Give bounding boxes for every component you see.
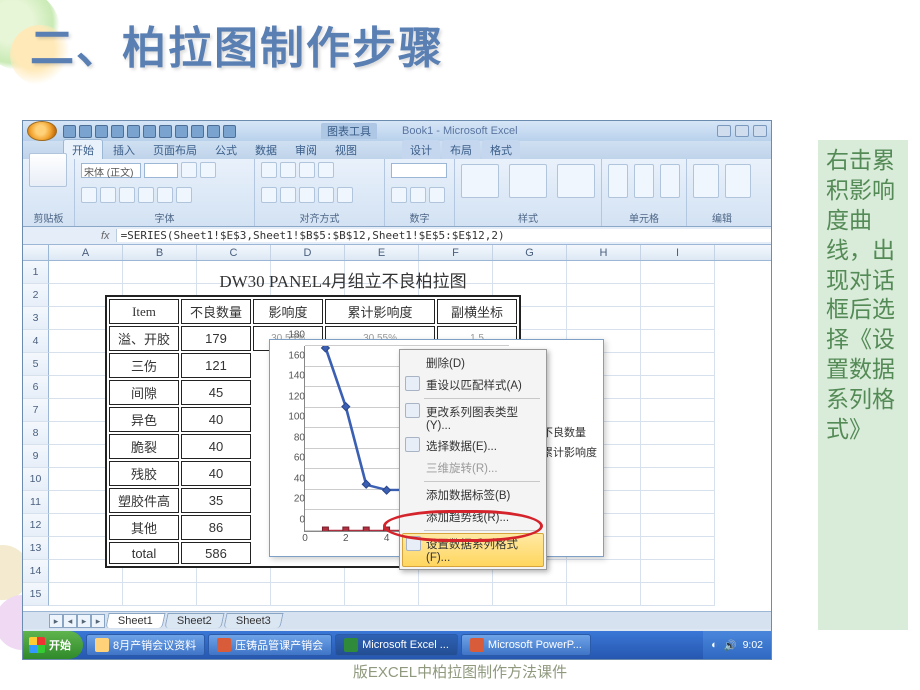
grow-font-button[interactable] — [181, 162, 197, 178]
close-button[interactable] — [753, 125, 767, 137]
app-title: Book1 - Microsoft Excel — [402, 125, 518, 137]
formula-input[interactable]: =SERIES(Sheet1!$E$3,Sheet1!$B$5:$B$12,Sh… — [116, 229, 771, 242]
group-cells: 单元格 — [608, 210, 680, 225]
merged-title-cell: DW30 PANEL4月组立不良柏拉图 — [133, 267, 553, 292]
window-controls[interactable] — [717, 125, 771, 137]
fx-icon[interactable]: fx — [95, 230, 116, 242]
menu-select-data[interactable]: 选择数据(E)... — [402, 435, 544, 457]
number-format-select[interactable] — [391, 163, 447, 178]
maximize-button[interactable] — [735, 125, 749, 137]
formula-bar: fx =SERIES(Sheet1!$E$3,Sheet1!$B$5:$B$12… — [23, 227, 771, 245]
slide-footer: 版EXCEL中柏拉图制作方法课件 — [0, 661, 920, 682]
tab-chart-format[interactable]: 格式 — [482, 140, 520, 159]
tab-insert[interactable]: 插入 — [105, 140, 143, 159]
font-name-select[interactable]: 宋体 (正文) — [81, 163, 141, 178]
select-data-icon — [405, 437, 420, 452]
ribbon-tabs[interactable]: 开始 插入 页面布局 公式 数据 审阅 视图 设计 布局 格式 — [23, 141, 771, 159]
menu-reset-style[interactable]: 重设以匹配样式(A) — [402, 374, 544, 396]
sidebar-instruction: 右击累积影响度曲线，出现对话框后选择《设置数据系列格式》 — [818, 140, 908, 630]
sheet-nav-buttons[interactable]: ▸◂▸▸ — [49, 614, 105, 628]
folder-icon — [95, 638, 109, 652]
tab-view[interactable]: 视图 — [327, 140, 365, 159]
ppt-icon — [470, 638, 484, 652]
start-button[interactable]: 开始 — [23, 631, 83, 659]
border-button[interactable] — [138, 187, 154, 203]
menu-format-data-series[interactable]: 设置数据系列格式(F)... — [402, 533, 544, 567]
tab-chart-design[interactable]: 设计 — [402, 140, 440, 159]
excel-title-bar: 图表工具 Book1 - Microsoft Excel — [23, 121, 771, 141]
sheet-tab-bar[interactable]: ▸◂▸▸ Sheet1 Sheet2 Sheet3 — [23, 611, 771, 629]
font-size-select[interactable] — [144, 163, 178, 178]
shrink-font-button[interactable] — [200, 162, 216, 178]
tab-data[interactable]: 数据 — [247, 140, 285, 159]
ppt-icon — [217, 638, 231, 652]
tray-icon[interactable]: ◐ — [711, 639, 717, 651]
taskbar-item-excel[interactable]: Microsoft Excel ... — [335, 634, 458, 656]
group-editing: 编辑 — [693, 210, 751, 225]
windows-logo-icon — [29, 637, 45, 653]
taskbar-item-folder[interactable]: 8月产销会议资料 — [86, 634, 205, 656]
sheet-tab-2[interactable]: Sheet2 — [164, 613, 224, 628]
sheet-tab-1[interactable]: Sheet1 — [105, 613, 165, 628]
tray-icon[interactable]: 🔊 — [723, 639, 736, 652]
windows-taskbar[interactable]: 开始 8月产销会议资料 压铸品管课产销会 Microsoft Excel ...… — [23, 631, 771, 659]
tab-review[interactable]: 审阅 — [287, 140, 325, 159]
tab-formulas[interactable]: 公式 — [207, 140, 245, 159]
menu-3d-rotation: 三维旋转(R)... — [402, 457, 544, 479]
tab-page-layout[interactable]: 页面布局 — [145, 140, 205, 159]
chart-tools-label: 图表工具 — [321, 123, 377, 139]
group-number: 数字 — [391, 210, 448, 225]
chart-type-icon — [405, 403, 420, 418]
menu-delete[interactable]: 删除(D) — [402, 352, 544, 374]
column-headers[interactable]: A B C D E F G H I — [23, 245, 771, 261]
page-title: 二、柏拉图制作步骤 — [30, 12, 444, 76]
tray-clock: 9:02 — [743, 639, 763, 651]
underline-button[interactable] — [119, 187, 135, 203]
group-styles: 样式 — [461, 210, 595, 225]
group-clipboard: 剪贴板 — [29, 210, 68, 225]
quick-access-toolbar[interactable] — [61, 125, 321, 138]
tab-home[interactable]: 开始 — [63, 139, 103, 159]
group-font: 字体 — [81, 210, 248, 225]
excel-icon — [344, 638, 358, 652]
bold-button[interactable] — [81, 187, 97, 203]
sheet-tab-3[interactable]: Sheet3 — [223, 613, 283, 628]
menu-add-data-labels[interactable]: 添加数据标签(B) — [402, 484, 544, 506]
row-headers[interactable]: 123456789101112131415 — [23, 261, 49, 606]
tab-chart-layout[interactable]: 布局 — [442, 140, 480, 159]
system-tray[interactable]: ◐ 🔊 9:02 — [703, 631, 771, 659]
italic-button[interactable] — [100, 187, 116, 203]
minimize-button[interactable] — [717, 125, 731, 137]
reset-style-icon — [405, 376, 420, 391]
fill-color-button[interactable] — [157, 187, 173, 203]
ribbon-body: 剪贴板 宋体 (正文) 字体 对齐方式 数字 样式 — [23, 159, 771, 227]
group-align: 对齐方式 — [261, 210, 378, 225]
worksheet-grid[interactable]: 123456789101112131415 DW30 PANE — [23, 261, 771, 611]
excel-screenshot: 图表工具 Book1 - Microsoft Excel 开始 插入 页面布局 … — [22, 120, 772, 660]
menu-add-trendline[interactable]: 添加趋势线(R)... — [402, 506, 544, 528]
format-series-icon — [406, 536, 421, 551]
paste-button[interactable] — [29, 153, 67, 187]
chart-context-menu[interactable]: 删除(D) 重设以匹配样式(A) 更改系列图表类型(Y)... 选择数据(E).… — [399, 349, 547, 570]
taskbar-item-ppt1[interactable]: 压铸品管课产销会 — [208, 634, 332, 656]
office-button[interactable] — [27, 121, 57, 141]
font-color-button[interactable] — [176, 187, 192, 203]
menu-change-chart-type[interactable]: 更改系列图表类型(Y)... — [402, 401, 544, 435]
taskbar-item-ppt2[interactable]: Microsoft PowerP... — [461, 634, 591, 656]
